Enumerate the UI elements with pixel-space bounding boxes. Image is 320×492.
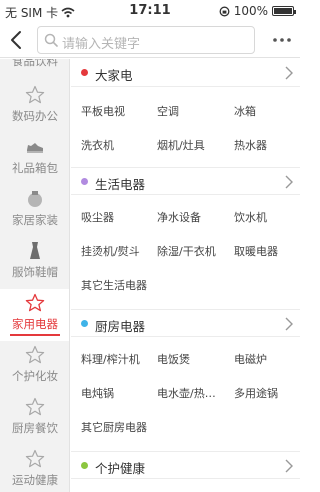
- section-header[interactable]: 个护健康: [71, 451, 300, 479]
- sidebar-item-food[interactable]: 食品饮料: [0, 59, 69, 73]
- chevron-right-icon: [285, 317, 293, 331]
- search-header: 请输入关键字: [0, 22, 300, 58]
- section-title: 大家电: [95, 68, 133, 83]
- section-dot: [81, 178, 88, 185]
- sidebar-item-kitchen-dining[interactable]: 厨房餐饮: [0, 393, 69, 445]
- sidebar-item-personal-care[interactable]: 个护化妆: [0, 341, 69, 393]
- subcategory-item[interactable]: 电磁炉: [234, 351, 267, 367]
- section-living-appliances: 生活电器 吸尘器 净水设备 饮水机 挂烫机/熨斗 除湿/干衣机 取暖电器 其它生…: [71, 167, 300, 292]
- subcategory-item[interactable]: 热水器: [234, 137, 267, 153]
- section-header[interactable]: 厨房电器: [71, 309, 300, 337]
- active-indicator: [10, 334, 60, 336]
- home-decor-icon: [28, 191, 42, 207]
- section-dot: [81, 320, 88, 327]
- sidebar-item-label: 数码办公: [12, 109, 58, 123]
- subcategory-item[interactable]: 电饭煲: [157, 351, 190, 367]
- sidebar-item-label: 食品饮料: [12, 59, 58, 68]
- sidebar-item-sports-health[interactable]: 运动健康: [0, 445, 69, 492]
- section-header[interactable]: 生活电器: [71, 167, 300, 195]
- section-title: 厨房电器: [95, 319, 146, 334]
- subcategory-item[interactable]: 烟机/灶具: [157, 137, 205, 153]
- sidebar-item-label: 个护化妆: [12, 369, 58, 383]
- battery-icon: [272, 6, 296, 16]
- sidebar-item-label: 家居家装: [12, 213, 58, 227]
- subcategory-item[interactable]: 料理/榨汁机: [81, 351, 140, 367]
- star-icon: [25, 449, 45, 468]
- subcategory-item[interactable]: 多用途锅: [234, 385, 278, 401]
- subcategory-item[interactable]: 饮水机: [234, 209, 267, 225]
- dress-icon: [30, 242, 40, 259]
- status-bar: 无 SIM 卡 17:11 100%: [0, 0, 300, 22]
- subcategory-item[interactable]: 挂烫机/熨斗: [81, 243, 140, 259]
- subcategory-item[interactable]: 平板电视: [81, 103, 125, 119]
- subcategory-item[interactable]: 电水壶/热…: [157, 385, 216, 401]
- chevron-right-icon: [285, 66, 293, 80]
- section-header[interactable]: 大家电: [71, 59, 300, 87]
- subcategory-item[interactable]: 吸尘器: [81, 209, 114, 225]
- sidebar-item-label: 运动健康: [12, 473, 58, 487]
- star-icon: [25, 397, 45, 416]
- subcategory-item[interactable]: 其它生活电器: [81, 277, 147, 293]
- section-major-appliances: 大家电 平板电视 空调 冰箱 洗衣机 烟机/灶具 热水器: [71, 59, 300, 152]
- sidebar-item-label: 家用电器: [12, 317, 58, 331]
- sidebar-item-label: 厨房餐饮: [12, 421, 58, 435]
- star-icon: [25, 85, 45, 104]
- category-sidebar: 食品饮料 数码办公 礼品箱包 家居家装 服饰鞋帽 家用电器 个护化妆 厨房餐饮 …: [0, 59, 70, 492]
- subcategory-panel: 大家电 平板电视 空调 冰箱 洗衣机 烟机/灶具 热水器 生活电器 吸尘器 净水…: [71, 59, 300, 492]
- search-input[interactable]: 请输入关键字: [37, 26, 255, 54]
- sidebar-item-gifts-bags[interactable]: 礼品箱包: [0, 133, 69, 185]
- back-button[interactable]: [4, 25, 30, 55]
- shoe-icon: [27, 143, 43, 153]
- sidebar-item-apparel[interactable]: 服饰鞋帽: [0, 237, 69, 289]
- subcategory-item[interactable]: 除湿/干衣机: [157, 243, 216, 259]
- subcategory-item[interactable]: 净水设备: [157, 209, 201, 225]
- section-title: 个护健康: [95, 461, 146, 476]
- battery-percent: 100%: [233, 4, 268, 18]
- chevron-right-icon: [285, 175, 293, 189]
- sidebar-item-digital[interactable]: 数码办公: [0, 81, 69, 133]
- chevron-right-icon: [285, 459, 293, 473]
- section-title: 生活电器: [95, 177, 146, 192]
- subcategory-item[interactable]: 洗衣机: [81, 137, 114, 153]
- subcategory-item[interactable]: 冰箱: [234, 103, 256, 119]
- status-right: 100%: [219, 4, 296, 18]
- sidebar-item-home-decor[interactable]: 家居家装: [0, 185, 69, 237]
- subcategory-item[interactable]: 取暖电器: [234, 243, 278, 259]
- more-dots-icon: [273, 38, 291, 42]
- section-kitchen-appliances: 厨房电器 料理/榨汁机 电饭煲 电磁炉 电炖锅 电水壶/热… 多用途锅 其它厨房…: [71, 309, 300, 434]
- more-button[interactable]: [270, 31, 294, 49]
- subcategory-item[interactable]: 电炖锅: [81, 385, 114, 401]
- sidebar-item-appliances[interactable]: 家用电器: [0, 289, 69, 341]
- rotation-lock-icon: [219, 6, 230, 16]
- chevron-left-icon: [11, 31, 21, 49]
- sidebar-item-label: 礼品箱包: [12, 161, 58, 175]
- section-personal-health: 个护健康: [71, 451, 300, 479]
- search-icon: [44, 33, 58, 47]
- section-dot: [81, 462, 88, 469]
- section-dot: [81, 69, 88, 76]
- star-icon: [25, 345, 45, 364]
- subcategory-item[interactable]: 空调: [157, 103, 179, 119]
- star-icon: [25, 293, 45, 312]
- search-placeholder: 请输入关键字: [62, 37, 141, 52]
- sidebar-item-label: 服饰鞋帽: [12, 265, 58, 279]
- subcategory-item[interactable]: 其它厨房电器: [81, 419, 147, 435]
